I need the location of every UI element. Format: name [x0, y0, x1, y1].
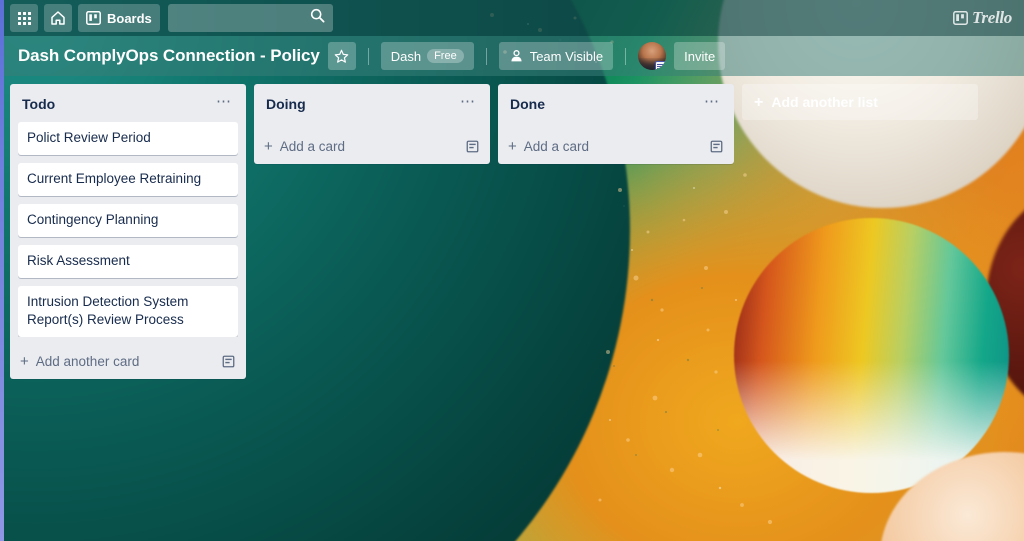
trello-logo-text: Trello: [971, 8, 1012, 27]
trello-board-app: Boards Trello Dash ComplyOps Connection …: [0, 0, 1024, 541]
workspace-button[interactable]: Dash Free: [380, 42, 474, 70]
add-card-control[interactable]: + Add another card: [20, 354, 139, 369]
list-menu-icon[interactable]: ⋯: [698, 94, 726, 114]
card-template-icon[interactable]: [709, 139, 724, 154]
home-button[interactable]: [44, 4, 72, 32]
star-icon: [334, 49, 349, 63]
board-icon: [86, 11, 101, 25]
plus-icon: +: [508, 138, 517, 155]
add-card-control[interactable]: + Add a card: [508, 139, 589, 154]
workspace-name: Dash: [390, 48, 422, 64]
avatar-badge-icon: [655, 61, 667, 70]
add-another-list-label: Add another list: [771, 94, 878, 110]
list-menu-icon[interactable]: ⋯: [454, 94, 482, 114]
card[interactable]: Contingency Planning: [18, 204, 238, 237]
list-title: Doing: [266, 96, 306, 112]
topbar-right-section: Trello: [952, 8, 1016, 28]
browser-edge-strip: [0, 0, 4, 541]
list-header: Todo ⋯: [10, 84, 246, 122]
add-card-label: Add a card: [523, 139, 590, 154]
board-lists-canvas: Todo ⋯ Polict Review Period Current Empl…: [0, 76, 1024, 541]
board-header-bar: Dash ComplyOps Connection - Policy Dash …: [0, 36, 1024, 76]
list-doing: Doing ⋯ + Add a card: [254, 84, 490, 164]
boards-button[interactable]: Boards: [78, 4, 160, 32]
card[interactable]: Polict Review Period: [18, 122, 238, 155]
boards-button-label: Boards: [107, 10, 152, 26]
plan-badge: Free: [427, 49, 464, 63]
list-title: Todo: [22, 96, 56, 112]
add-card-label: Add a card: [279, 139, 346, 154]
card-template-icon[interactable]: [221, 354, 236, 369]
trello-board-icon: [952, 11, 968, 25]
apps-grid-button[interactable]: [10, 4, 38, 32]
top-navigation-bar: Boards Trello: [0, 0, 1024, 36]
add-card-label: Add another card: [35, 354, 140, 369]
team-visibility-icon: [511, 50, 522, 62]
invite-label: Invite: [684, 48, 716, 64]
card[interactable]: Risk Assessment: [18, 245, 238, 278]
add-card-control[interactable]: + Add a card: [264, 139, 345, 154]
header-divider-1: [367, 47, 369, 65]
board-title: Dash ComplyOps Connection - Policy: [18, 46, 320, 65]
card[interactable]: Intrusion Detection System Report(s) Rev…: [18, 286, 238, 337]
plus-icon: +: [754, 93, 764, 111]
list-done: Done ⋯ + Add a card: [498, 84, 734, 164]
list-title: Done: [510, 96, 545, 112]
search-input[interactable]: [167, 4, 333, 32]
grid-apps-icon: [17, 11, 31, 25]
visibility-label: Team Visible: [529, 48, 604, 64]
add-another-list-button[interactable]: + Add another list: [742, 84, 978, 120]
list-cards: Polict Review Period Current Employee Re…: [10, 122, 246, 337]
list-menu-icon[interactable]: ⋯: [210, 94, 238, 114]
add-card-footer[interactable]: + Add a card: [254, 130, 490, 162]
visibility-button[interactable]: Team Visible: [498, 42, 614, 70]
plus-icon: +: [20, 353, 29, 370]
search-field-wrapper: [167, 4, 333, 32]
header-divider-2: [485, 47, 487, 65]
plus-icon: +: [264, 138, 273, 155]
header-divider-3: [625, 47, 627, 65]
home-icon: [51, 11, 65, 25]
add-card-footer[interactable]: + Add a card: [498, 130, 734, 162]
card[interactable]: Current Employee Retraining: [18, 163, 238, 196]
list-header: Done ⋯: [498, 84, 734, 122]
list-todo: Todo ⋯ Polict Review Period Current Empl…: [10, 84, 246, 379]
card-template-icon[interactable]: [465, 139, 480, 154]
star-board-button[interactable]: [327, 42, 356, 70]
trello-logo[interactable]: Trello: [952, 8, 1012, 28]
list-header: Doing ⋯: [254, 84, 490, 122]
invite-button[interactable]: Invite: [674, 42, 726, 70]
add-card-footer[interactable]: + Add another card: [10, 345, 246, 377]
member-avatar[interactable]: [638, 42, 667, 70]
